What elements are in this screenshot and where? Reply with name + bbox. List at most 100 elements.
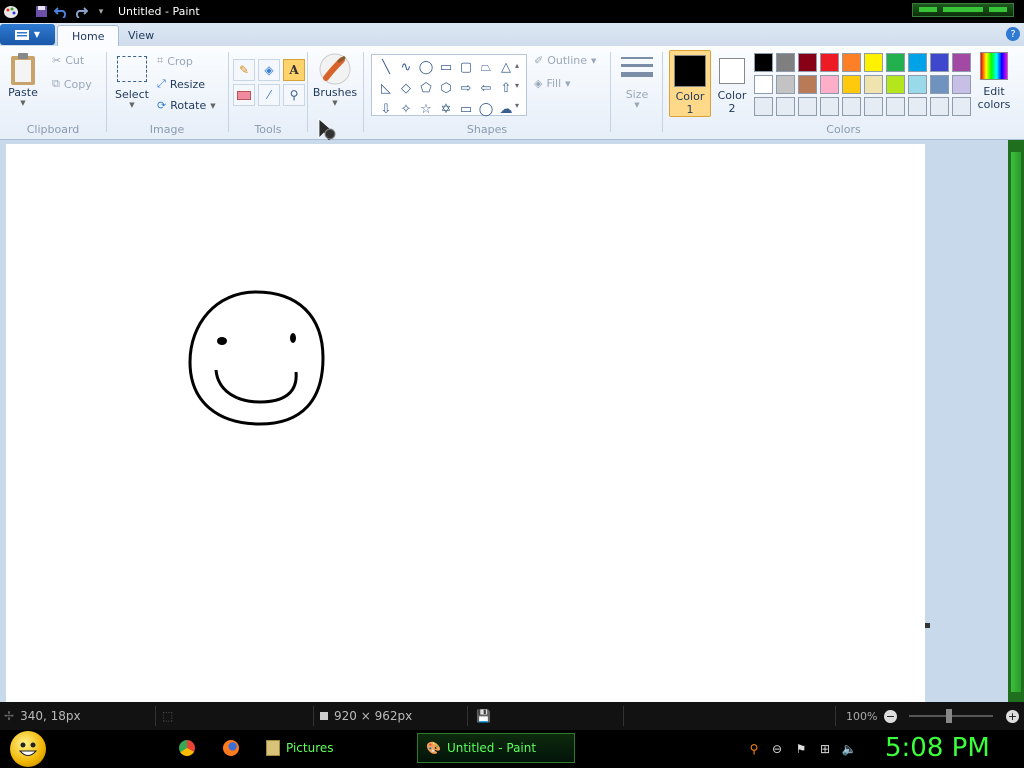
fill-button[interactable]: ◈ Fill ▼ xyxy=(534,77,571,90)
palette-swatch[interactable] xyxy=(864,53,883,72)
rectangle-shape-icon[interactable]: ▭ xyxy=(436,58,456,76)
volume-icon[interactable]: 🔈 xyxy=(841,741,857,757)
left-arrow-shape-icon[interactable]: ⇦ xyxy=(476,79,496,97)
paste-button[interactable]: Paste ▼ xyxy=(8,52,38,107)
palette-swatch[interactable] xyxy=(842,53,861,72)
magnifier-icon[interactable]: ⚲ xyxy=(283,84,305,106)
taskbar-item-paint[interactable]: 🎨 Untitled - Paint xyxy=(417,733,575,763)
polygon-shape-icon[interactable]: ⏢ xyxy=(476,58,496,76)
palette-swatch[interactable] xyxy=(864,97,883,116)
search-icon[interactable]: ⚲ xyxy=(746,741,762,757)
help-icon[interactable]: ? xyxy=(1006,27,1020,41)
canvas-resize-handle[interactable] xyxy=(925,623,930,628)
crop-button[interactable]: ⌗ Crop xyxy=(157,54,193,68)
quick-access-dropdown-icon[interactable]: ▾ xyxy=(92,3,110,21)
color2-button[interactable]: Color 2 xyxy=(713,50,751,115)
palette-swatch[interactable] xyxy=(864,75,883,94)
diamond-shape-icon[interactable]: ◇ xyxy=(396,79,416,97)
minus-circle-icon[interactable]: ⊖ xyxy=(769,741,785,757)
network-icon[interactable]: ⊞ xyxy=(817,741,833,757)
save-icon[interactable] xyxy=(32,3,50,21)
palette-swatch[interactable] xyxy=(754,75,773,94)
size-button[interactable]: Size ▼ xyxy=(616,54,658,109)
firefox-icon[interactable] xyxy=(223,740,239,756)
taskbar-item-pictures[interactable]: Pictures xyxy=(258,733,408,763)
palette-swatch[interactable] xyxy=(886,53,905,72)
palette-swatch[interactable] xyxy=(820,75,839,94)
hexagon-shape-icon[interactable]: ⬡ xyxy=(436,79,456,97)
palette-swatch[interactable] xyxy=(820,53,839,72)
rounded-rectangle-shape-icon[interactable]: ▢ xyxy=(456,58,476,76)
rotate-button[interactable]: ⟳ Rotate ▼ xyxy=(157,99,216,112)
palette-swatch[interactable] xyxy=(886,75,905,94)
scrollbar-thumb[interactable] xyxy=(1011,152,1021,692)
fill-bucket-icon[interactable]: ◈ xyxy=(258,59,280,81)
palette-swatch[interactable] xyxy=(952,75,971,94)
shapes-scroll-icon[interactable]: ▴ ▾ ▾ xyxy=(515,56,519,116)
select-button[interactable]: Select ▼ xyxy=(115,56,149,109)
window-controls[interactable] xyxy=(912,3,1014,17)
palette-swatch[interactable] xyxy=(776,75,795,94)
palette-swatch[interactable] xyxy=(776,97,795,116)
vertical-scrollbar[interactable] xyxy=(1008,140,1024,702)
cut-button[interactable]: ✂ Cut xyxy=(52,54,84,67)
resize-button[interactable]: ⤢ Resize xyxy=(157,77,205,91)
zoom-slider-thumb[interactable] xyxy=(946,709,952,723)
redo-icon[interactable] xyxy=(72,3,90,21)
outline-button[interactable]: ✐ Outline ▼ xyxy=(534,54,596,67)
start-button[interactable] xyxy=(10,731,46,767)
palette-swatch[interactable] xyxy=(842,97,861,116)
drawing-canvas[interactable] xyxy=(6,144,925,704)
callout-cloud-shape-icon[interactable]: ☁ xyxy=(496,100,516,118)
eraser-icon[interactable] xyxy=(233,84,255,106)
zoom-out-button[interactable]: − xyxy=(884,710,897,723)
down-arrow-shape-icon[interactable]: ⇩ xyxy=(376,100,396,118)
taskbar-clock[interactable]: 5:08 PM xyxy=(885,733,990,763)
palette-swatch[interactable] xyxy=(930,75,949,94)
edit-colors-button[interactable]: Edit colors xyxy=(975,52,1013,111)
copy-button[interactable]: ⧉ Copy xyxy=(52,77,92,91)
palette-swatch[interactable] xyxy=(776,53,795,72)
palette-swatch[interactable] xyxy=(842,75,861,94)
palette-swatch[interactable] xyxy=(820,97,839,116)
palette-swatch[interactable] xyxy=(798,75,817,94)
chrome-icon[interactable] xyxy=(179,740,195,756)
right-triangle-shape-icon[interactable]: ◺ xyxy=(376,79,396,97)
text-tool-icon[interactable]: A xyxy=(283,59,305,81)
triangle-shape-icon[interactable]: △ xyxy=(496,58,516,76)
four-point-star-shape-icon[interactable]: ✧ xyxy=(396,100,416,118)
oval-shape-icon[interactable]: ◯ xyxy=(416,58,436,76)
palette-swatch[interactable] xyxy=(908,75,927,94)
palette-swatch[interactable] xyxy=(908,53,927,72)
six-point-star-shape-icon[interactable]: ✡ xyxy=(436,100,456,118)
tab-home[interactable]: Home xyxy=(57,25,120,47)
five-point-star-shape-icon[interactable]: ☆ xyxy=(416,100,436,118)
pentagon-shape-icon[interactable]: ⬠ xyxy=(416,79,436,97)
palette-swatch[interactable] xyxy=(930,53,949,72)
flag-icon[interactable]: ⚑ xyxy=(793,741,809,757)
palette-swatch[interactable] xyxy=(952,97,971,116)
callout-rect-shape-icon[interactable]: ▭ xyxy=(456,100,476,118)
line-shape-icon[interactable]: ╲ xyxy=(376,58,396,76)
palette-swatch[interactable] xyxy=(886,97,905,116)
palette-swatch[interactable] xyxy=(952,53,971,72)
color-picker-icon[interactable]: ⁄ xyxy=(258,84,280,106)
palette-swatch[interactable] xyxy=(798,53,817,72)
zoom-in-button[interactable]: + xyxy=(1006,710,1019,723)
undo-icon[interactable] xyxy=(52,3,70,21)
right-arrow-shape-icon[interactable]: ⇨ xyxy=(456,79,476,97)
color1-button[interactable]: Color 1 xyxy=(669,50,711,117)
palette-swatch[interactable] xyxy=(754,53,773,72)
pencil-icon[interactable]: ✎ xyxy=(233,59,255,81)
paint-menu-button[interactable]: ▼ xyxy=(0,24,55,45)
paint-app-icon[interactable] xyxy=(2,3,20,21)
palette-swatch[interactable] xyxy=(930,97,949,116)
tab-view[interactable]: View xyxy=(114,25,168,46)
brushes-button[interactable]: Brushes ▼ xyxy=(312,52,358,107)
up-arrow-shape-icon[interactable]: ⇧ xyxy=(496,79,516,97)
palette-swatch[interactable] xyxy=(798,97,817,116)
callout-oval-shape-icon[interactable]: ◯ xyxy=(476,100,496,118)
palette-swatch[interactable] xyxy=(908,97,927,116)
palette-swatch[interactable] xyxy=(754,97,773,116)
curve-shape-icon[interactable]: ∿ xyxy=(396,58,416,76)
